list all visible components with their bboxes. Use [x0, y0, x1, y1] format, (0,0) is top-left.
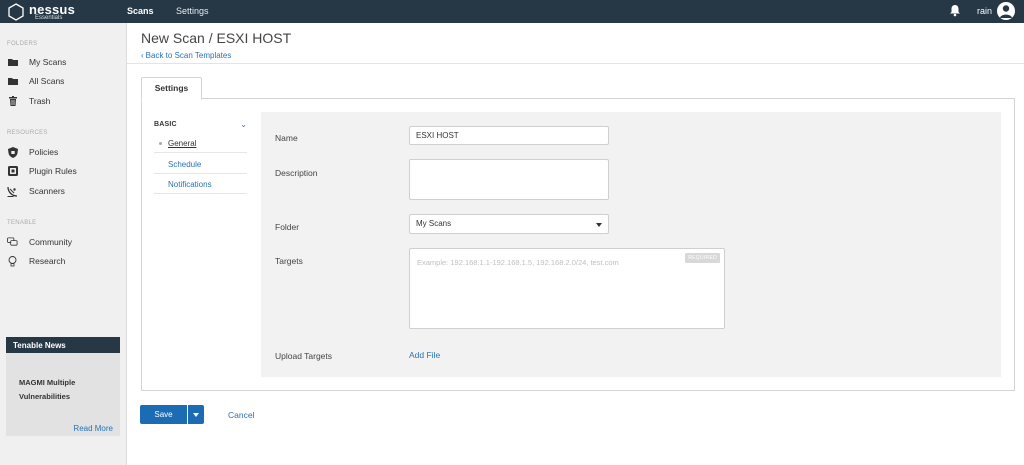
sidebar-item-my-scans[interactable]: My Scans: [7, 55, 66, 69]
targets-placeholder: Example: 192.168.1.1-192.168.1.5, 192.16…: [417, 258, 619, 267]
tenable-news-widget: Tenable News MAGMI Multiple Vulnerabilit…: [6, 337, 120, 436]
sidebar-item-policies[interactable]: Policies: [7, 145, 58, 159]
category-label: BASIC: [154, 120, 177, 128]
user-name[interactable]: rain: [977, 6, 992, 16]
chevron-left-icon: ‹: [141, 51, 144, 60]
satellite-dish-icon: [7, 186, 18, 197]
folder-icon: [7, 57, 18, 68]
sidebar-item-label: All Scans: [29, 76, 65, 86]
user-avatar-icon[interactable]: [997, 2, 1015, 20]
settings-nav-label: Notifications: [168, 180, 212, 189]
folder-icon: [7, 76, 18, 87]
upload-targets-label: Upload Targets: [275, 351, 333, 361]
back-link-label: Back to Scan Templates: [145, 51, 232, 60]
folder-select[interactable]: My Scans: [409, 214, 609, 234]
form-area: [261, 112, 1001, 377]
name-label: Name: [275, 133, 298, 143]
nav-scans[interactable]: Scans: [127, 6, 154, 16]
chevron-down-icon: ⌄: [240, 119, 247, 129]
description-textarea[interactable]: [409, 159, 609, 200]
name-input[interactable]: [409, 126, 609, 145]
sidebar-heading-tenable: TENABLE: [7, 220, 37, 226]
settings-nav-notifications[interactable]: Notifications: [154, 174, 247, 194]
sidebar-item-community[interactable]: Community: [7, 235, 72, 249]
tab-settings[interactable]: Settings: [141, 77, 202, 100]
plugin-rules-icon: [7, 166, 18, 177]
save-button[interactable]: Save: [140, 405, 187, 424]
caret-down-icon: [596, 223, 602, 227]
shield-icon: [7, 146, 18, 158]
top-navigation-bar: nessus Essentials Scans Settings rain: [0, 0, 1024, 23]
trash-icon: [7, 96, 18, 107]
sidebar-item-label: Scanners: [29, 186, 65, 196]
add-file-link[interactable]: Add File: [409, 350, 440, 360]
community-icon: [7, 237, 18, 248]
news-read-more-link[interactable]: Read More: [73, 424, 113, 433]
sidebar-item-research[interactable]: Research: [7, 254, 65, 268]
sidebar-item-plugin-rules[interactable]: Plugin Rules: [7, 164, 77, 178]
nessus-logo[interactable]: nessus Essentials: [7, 2, 75, 21]
folder-label: Folder: [275, 222, 300, 232]
sidebar-item-scanners[interactable]: Scanners: [7, 184, 65, 198]
cancel-link[interactable]: Cancel: [228, 410, 254, 420]
sidebar-item-label: My Scans: [29, 57, 67, 67]
sidebar-item-label: Trash: [29, 96, 51, 106]
settings-nav-general[interactable]: General: [154, 133, 247, 153]
divider: [127, 63, 1024, 64]
folder-select-value: My Scans: [416, 219, 452, 228]
lightbulb-icon: [7, 255, 18, 267]
page-title: New Scan / ESXI HOST: [141, 30, 292, 46]
sidebar-item-label: Plugin Rules: [29, 166, 77, 176]
settings-nav-label: General: [168, 139, 197, 148]
nav-settings[interactable]: Settings: [176, 6, 209, 16]
required-badge: REQUIRED: [685, 253, 720, 263]
caret-down-icon: [193, 413, 199, 417]
category-basic[interactable]: BASIC ⌄: [154, 117, 247, 131]
bell-icon[interactable]: [949, 4, 961, 17]
active-dot-icon: [159, 142, 162, 145]
news-headline[interactable]: MAGMI Multiple Vulnerabilities: [19, 376, 114, 404]
sidebar-item-all-scans[interactable]: All Scans: [7, 74, 64, 88]
save-options-dropdown[interactable]: [188, 405, 204, 424]
news-heading: Tenable News: [6, 337, 120, 353]
sidebar-heading-folders: FOLDERS: [7, 41, 38, 47]
hexagon-logo-icon: [8, 2, 24, 21]
sidebar-item-label: Research: [29, 256, 66, 266]
targets-label: Targets: [275, 256, 303, 266]
sidebar-heading-resources: RESOURCES: [7, 130, 48, 136]
sidebar-item-trash[interactable]: Trash: [7, 94, 50, 108]
back-to-templates-link[interactable]: ‹ Back to Scan Templates: [141, 51, 231, 60]
description-label: Description: [275, 168, 318, 178]
targets-textarea[interactable]: Example: 192.168.1.1-192.168.1.5, 192.16…: [409, 248, 725, 329]
sidebar-item-label: Community: [29, 237, 72, 247]
sidebar-item-label: Policies: [29, 147, 59, 157]
settings-nav-label: Schedule: [168, 160, 202, 169]
logo-name: nessus: [29, 1, 76, 17]
settings-nav-schedule[interactable]: Schedule: [154, 154, 247, 174]
